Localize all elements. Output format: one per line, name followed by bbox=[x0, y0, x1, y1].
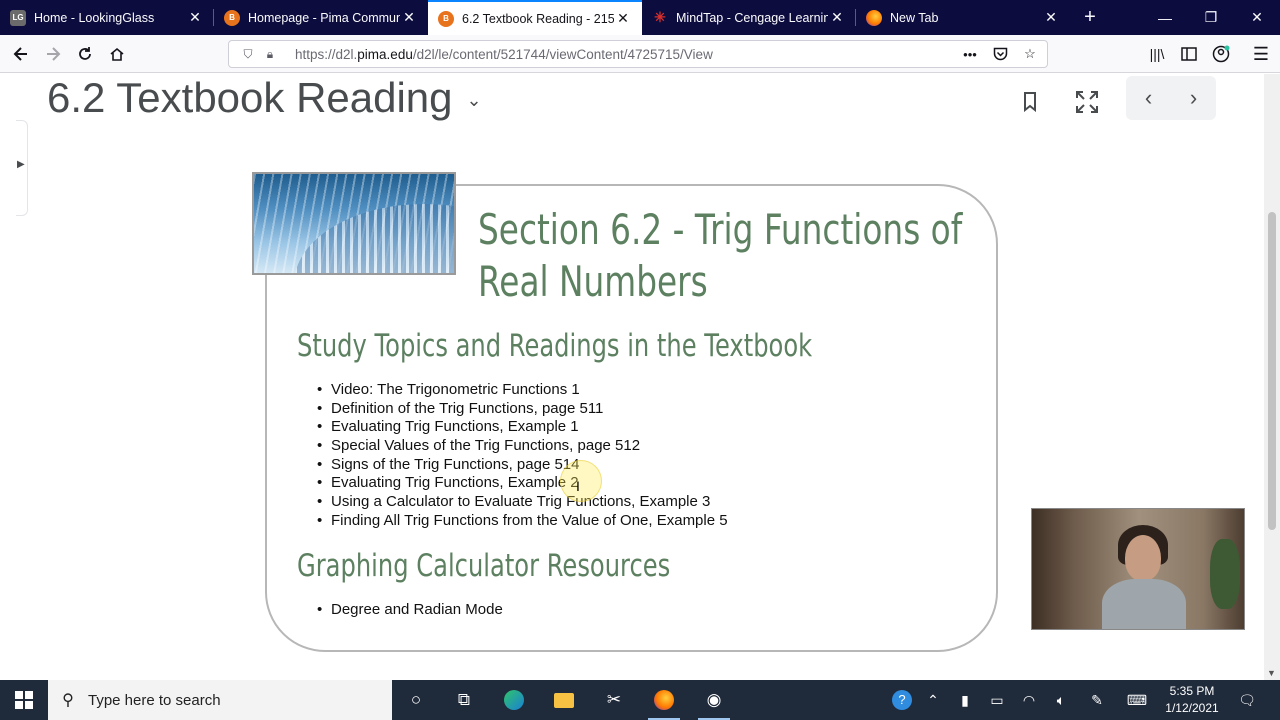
bookmark-icon[interactable] bbox=[1008, 80, 1052, 124]
windows-start-icon[interactable] bbox=[0, 680, 48, 720]
edge-icon[interactable] bbox=[490, 680, 538, 720]
file-explorer-icon[interactable] bbox=[540, 680, 588, 720]
show-hidden-icons-icon[interactable]: ⌃ bbox=[918, 680, 948, 720]
tab-title: 6.2 Textbook Reading - 2156 bbox=[462, 11, 614, 26]
battery-icon[interactable]: ▭ bbox=[982, 680, 1012, 720]
list-item: Definition of the Trig Functions, page 5… bbox=[317, 400, 728, 419]
clock[interactable]: 5:35 PM 1/12/2021 bbox=[1160, 683, 1224, 717]
firefox-icon bbox=[866, 9, 882, 26]
tab-mindtap[interactable]: ✳ MindTap - Cengage Learning ✕ bbox=[642, 0, 856, 35]
bookmark-star-icon[interactable]: ☆ bbox=[1019, 44, 1041, 64]
graphing-calculator-heading: Graphing Calculator Resources bbox=[297, 548, 671, 584]
close-tab-icon[interactable]: ✕ bbox=[614, 10, 632, 27]
page-actions-icon[interactable]: ••• bbox=[959, 44, 981, 64]
text-cursor-icon: I bbox=[576, 478, 580, 494]
topic-navigation: ‹ › bbox=[1126, 76, 1216, 120]
wifi-icon[interactable]: ◠ bbox=[1014, 680, 1044, 720]
tab-title: Homepage - Pima Communi bbox=[248, 10, 400, 25]
list-item: Evaluating Trig Functions, Example 1 bbox=[317, 418, 728, 437]
url-bar[interactable]: ⛉ 🔒︎ https://d2l.pima.edu/d2l/le/content… bbox=[228, 40, 1048, 68]
menu-icon[interactable]: ☰ bbox=[1246, 39, 1276, 69]
lookingglass-icon: LG bbox=[10, 9, 26, 26]
date-text: 1/12/2021 bbox=[1165, 701, 1219, 715]
sidebar-toggle[interactable]: ▶ bbox=[16, 120, 28, 216]
chevron-down-icon[interactable]: ⌄ bbox=[467, 90, 482, 110]
keyboard-icon[interactable]: ⌨ bbox=[1120, 680, 1154, 720]
list-item: Signs of the Trig Functions, page 514 bbox=[317, 456, 728, 475]
webcam-video bbox=[1031, 508, 1245, 630]
previous-topic-icon[interactable]: ‹ bbox=[1126, 76, 1171, 120]
restore-icon[interactable]: ❐ bbox=[1188, 0, 1234, 35]
vertical-scrollbar[interactable]: ▼ bbox=[1264, 74, 1280, 680]
tab-title: New Tab bbox=[890, 10, 939, 25]
chevron-right-icon: ▶ bbox=[17, 159, 25, 170]
list-item: Finding All Trig Functions from the Valu… bbox=[317, 512, 728, 531]
tracking-protection-icon[interactable]: ⛉ bbox=[237, 47, 259, 62]
tab-pima-homepage[interactable]: B Homepage - Pima Communi ✕ bbox=[214, 0, 428, 35]
list-item: Using a Calculator to Evaluate Trig Func… bbox=[317, 493, 728, 512]
help-icon[interactable]: ? bbox=[886, 680, 918, 720]
tab-title: Home - LookingGlass bbox=[34, 10, 155, 25]
cengage-icon: ✳ bbox=[654, 9, 666, 25]
close-tab-icon[interactable]: ✕ bbox=[400, 9, 418, 26]
list-item: Evaluating Trig Functions, Example 2 bbox=[317, 474, 728, 493]
firefox-icon[interactable] bbox=[640, 680, 688, 720]
task-view-icon[interactable]: ⧉ bbox=[440, 680, 488, 720]
snipping-tool-icon[interactable]: ✂ bbox=[590, 680, 638, 720]
back-icon[interactable] bbox=[6, 39, 36, 69]
taskbar-search-box[interactable]: ⚲ Type here to search bbox=[48, 680, 392, 720]
search-icon: ⚲ bbox=[62, 692, 74, 709]
fullscreen-icon[interactable] bbox=[1065, 80, 1109, 124]
search-placeholder: Type here to search bbox=[88, 691, 221, 709]
list-item: Video: The Trigonometric Functions 1 bbox=[317, 381, 728, 400]
page-content: 6.2 Textbook Reading ⌄ ‹ › ▶ Section 6.2 … bbox=[0, 74, 1280, 680]
usb-device-icon[interactable]: ▮ bbox=[950, 680, 980, 720]
time-text: 5:35 PM bbox=[1169, 684, 1215, 698]
pen-icon[interactable]: ✎ bbox=[1082, 680, 1112, 720]
close-tab-icon[interactable]: ✕ bbox=[1042, 9, 1060, 26]
minimize-icon[interactable]: — bbox=[1142, 0, 1188, 35]
d2l-brightspace-icon: B bbox=[224, 9, 240, 26]
slide-title: Section 6.2 - Trig Functions of Real Num… bbox=[478, 205, 963, 306]
account-icon[interactable] bbox=[1206, 39, 1236, 69]
volume-icon[interactable]: 🔈︎ bbox=[1046, 680, 1076, 720]
screen-recorder-icon[interactable]: ◉ bbox=[690, 680, 738, 720]
tab-title: MindTap - Cengage Learning bbox=[676, 10, 828, 25]
list-item: Special Values of the Trig Functions, pa… bbox=[317, 437, 728, 456]
browser-tab-strip: LG Home - LookingGlass ✕ B Homepage - Pi… bbox=[0, 0, 1280, 35]
new-tab-button[interactable]: + bbox=[1070, 0, 1110, 35]
d2l-brightspace-icon: B bbox=[438, 10, 454, 27]
cortana-icon[interactable]: ○ bbox=[392, 680, 440, 720]
tab-textbook-reading[interactable]: B 6.2 Textbook Reading - 2156 ✕ bbox=[428, 0, 642, 35]
url-text[interactable]: https://d2l.pima.edu/d2l/le/content/5217… bbox=[295, 47, 713, 62]
scrollbar-thumb[interactable] bbox=[1268, 212, 1276, 530]
list-item: Degree and Radian Mode bbox=[317, 601, 503, 620]
pocket-icon[interactable] bbox=[989, 44, 1011, 64]
building-photo bbox=[252, 172, 456, 275]
tab-new-tab[interactable]: New Tab ✕ bbox=[856, 0, 1070, 35]
sidebar-icon[interactable] bbox=[1174, 39, 1204, 69]
scroll-down-icon[interactable]: ▼ bbox=[1267, 668, 1276, 678]
resources-list: Degree and Radian Mode bbox=[317, 601, 503, 620]
next-topic-icon[interactable]: › bbox=[1171, 76, 1216, 120]
close-tab-icon[interactable]: ✕ bbox=[828, 9, 846, 26]
navigation-toolbar: ⛉ 🔒︎ https://d2l.pima.edu/d2l/le/content… bbox=[0, 35, 1280, 73]
forward-icon[interactable] bbox=[38, 39, 68, 69]
readings-list: Video: The Trigonometric Functions 1 Def… bbox=[317, 381, 728, 531]
library-icon[interactable]: |||\ bbox=[1142, 39, 1172, 69]
taskbar: ⚲ Type here to search ○ ⧉ ✂ ◉ ? ⌃ ▮ ▭ ◠ … bbox=[0, 680, 1280, 720]
tab-lookingglass[interactable]: LG Home - LookingGlass ✕ bbox=[0, 0, 214, 35]
close-tab-icon[interactable]: ✕ bbox=[186, 9, 204, 26]
home-icon[interactable] bbox=[102, 39, 132, 69]
lock-icon[interactable]: 🔒︎ bbox=[259, 47, 281, 62]
reload-icon[interactable] bbox=[70, 39, 100, 69]
notifications-icon[interactable]: 🗨︎ bbox=[1232, 680, 1262, 720]
cursor-highlight bbox=[560, 460, 602, 502]
page-title[interactable]: 6.2 Textbook Reading ⌄ bbox=[47, 74, 482, 122]
close-window-icon[interactable]: ✕ bbox=[1234, 0, 1280, 35]
study-topics-heading: Study Topics and Readings in the Textboo… bbox=[297, 328, 813, 364]
